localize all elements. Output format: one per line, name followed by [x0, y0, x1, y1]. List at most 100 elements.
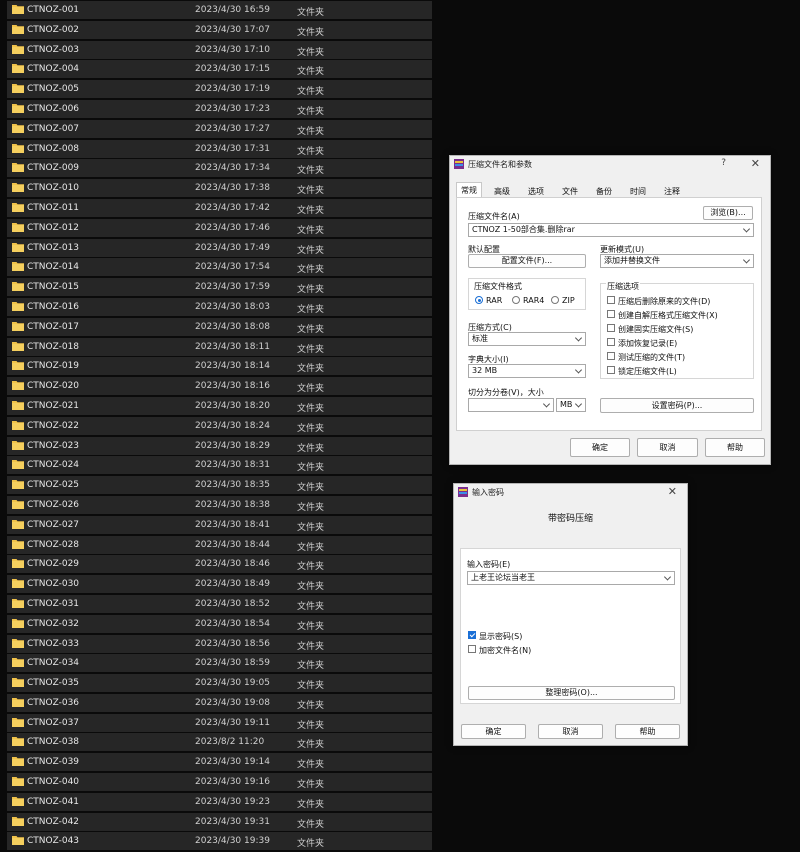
sfx-checkbox[interactable]	[607, 310, 615, 318]
browse-button[interactable]: 浏览(B)...	[703, 206, 753, 220]
file-row[interactable]: CTNOZ-034 2023/4/30 18:59 文件夹	[7, 654, 432, 673]
file-row[interactable]: CTNOZ-008 2023/4/30 17:31 文件夹	[7, 139, 432, 158]
show-password-checkbox[interactable]	[468, 631, 476, 639]
file-row[interactable]: CTNOZ-032 2023/4/30 18:54 文件夹	[7, 614, 432, 633]
file-row[interactable]: CTNOZ-004 2023/4/30 17:15 文件夹	[7, 60, 432, 79]
zip-radio[interactable]	[551, 296, 559, 304]
file-row[interactable]: CTNOZ-042 2023/4/30 19:31 文件夹	[7, 812, 432, 831]
organize-passwords-button[interactable]: 整理密码(O)...	[468, 686, 675, 700]
ok-button[interactable]: 确定	[570, 438, 630, 457]
cancel-button[interactable]: 取消	[637, 438, 698, 457]
tab-options[interactable]: 选项	[528, 184, 544, 198]
split-size-combo[interactable]	[468, 398, 554, 412]
folder-icon	[12, 618, 24, 628]
method-combo[interactable]: 标准	[468, 332, 586, 346]
file-row[interactable]: CTNOZ-030 2023/4/30 18:49 文件夹	[7, 575, 432, 594]
password-ok-button[interactable]: 确定	[461, 724, 526, 739]
file-row[interactable]: CTNOZ-015 2023/4/30 17:59 文件夹	[7, 278, 432, 297]
file-type: 文件夹	[297, 700, 325, 711]
close-icon[interactable]: ✕	[668, 485, 677, 498]
file-row[interactable]: CTNOZ-018 2023/4/30 18:11 文件夹	[7, 337, 432, 356]
file-row[interactable]: CTNOZ-010 2023/4/30 17:38 文件夹	[7, 179, 432, 198]
file-date: 2023/4/30 18:14	[195, 361, 270, 372]
file-row[interactable]: CTNOZ-009 2023/4/30 17:34 文件夹	[7, 159, 432, 178]
rar-radio[interactable]	[475, 296, 483, 304]
password-cancel-button[interactable]: 取消	[538, 724, 603, 739]
file-row[interactable]: CTNOZ-016 2023/4/30 18:03 文件夹	[7, 297, 432, 316]
file-type: 文件夹	[297, 364, 325, 375]
chevron-down-icon	[742, 225, 751, 233]
file-name: CTNOZ-033	[27, 638, 80, 649]
file-row[interactable]: CTNOZ-028 2023/4/30 18:44 文件夹	[7, 535, 432, 554]
file-row[interactable]: CTNOZ-020 2023/4/30 18:16 文件夹	[7, 377, 432, 396]
file-date: 2023/4/30 18:52	[195, 598, 270, 609]
password-dialog-title: 输入密码	[472, 488, 504, 497]
file-row[interactable]: CTNOZ-003 2023/4/30 17:10 文件夹	[7, 40, 432, 59]
file-row[interactable]: CTNOZ-043 2023/4/30 19:39 文件夹	[7, 832, 432, 851]
test-checkbox[interactable]	[607, 352, 615, 360]
set-password-button[interactable]: 设置密码(P)...	[600, 398, 754, 413]
file-row[interactable]: CTNOZ-039 2023/4/30 19:14 文件夹	[7, 753, 432, 772]
zip-label: ZIP	[562, 296, 575, 305]
archive-dialog-titlebar[interactable]: 压缩文件名和参数 ? ✕	[450, 156, 770, 172]
tab-time[interactable]: 时间	[630, 184, 646, 198]
file-date: 2023/4/30 17:38	[195, 183, 270, 194]
help-button[interactable]: 帮助	[705, 438, 765, 457]
file-row[interactable]: CTNOZ-036 2023/4/30 19:08 文件夹	[7, 693, 432, 712]
file-row[interactable]: CTNOZ-023 2023/4/30 18:29 文件夹	[7, 436, 432, 455]
tab-backup[interactable]: 备份	[596, 184, 612, 198]
file-row[interactable]: CTNOZ-024 2023/4/30 18:31 文件夹	[7, 456, 432, 475]
help-question-icon[interactable]: ?	[721, 158, 726, 168]
file-row[interactable]: CTNOZ-007 2023/4/30 17:27 文件夹	[7, 119, 432, 138]
password-dialog-titlebar[interactable]: 输入密码 ✕	[454, 484, 687, 500]
file-row[interactable]: CTNOZ-026 2023/4/30 18:38 文件夹	[7, 495, 432, 514]
file-row[interactable]: CTNOZ-001 2023/4/30 16:59 文件夹	[7, 1, 432, 19]
file-row[interactable]: CTNOZ-012 2023/4/30 17:46 文件夹	[7, 218, 432, 237]
password-combo[interactable]: 上老王论坛当老王	[467, 571, 675, 585]
file-row[interactable]: CTNOZ-037 2023/4/30 19:11 文件夹	[7, 713, 432, 732]
file-row[interactable]: CTNOZ-006 2023/4/30 17:23 文件夹	[7, 99, 432, 118]
split-unit-combo[interactable]: MB	[556, 398, 586, 412]
file-row[interactable]: CTNOZ-040 2023/4/30 19:16 文件夹	[7, 773, 432, 792]
file-row[interactable]: CTNOZ-019 2023/4/30 18:14 文件夹	[7, 357, 432, 376]
file-row[interactable]: CTNOZ-041 2023/4/30 19:23 文件夹	[7, 792, 432, 811]
file-row[interactable]: CTNOZ-013 2023/4/30 17:49 文件夹	[7, 238, 432, 257]
file-row[interactable]: CTNOZ-031 2023/4/30 18:52 文件夹	[7, 594, 432, 613]
solid-checkbox[interactable]	[607, 324, 615, 332]
file-row[interactable]: CTNOZ-014 2023/4/30 17:54 文件夹	[7, 258, 432, 277]
file-date: 2023/4/30 18:41	[195, 519, 270, 530]
file-row[interactable]: CTNOZ-035 2023/4/30 19:05 文件夹	[7, 674, 432, 693]
recovery-label: 添加恢复记录(E)	[618, 339, 678, 348]
file-date: 2023/4/30 18:03	[195, 301, 270, 312]
password-help-button[interactable]: 帮助	[615, 724, 680, 739]
profile-button[interactable]: 配置文件(F)...	[468, 254, 586, 268]
lock-checkbox[interactable]	[607, 366, 615, 374]
file-row[interactable]: CTNOZ-038 2023/8/2 11:20 文件夹	[7, 733, 432, 752]
file-row[interactable]: CTNOZ-025 2023/4/30 18:35 文件夹	[7, 476, 432, 495]
encrypt-names-checkbox[interactable]	[468, 645, 476, 653]
dict-value: 32 MB	[472, 366, 498, 375]
file-row[interactable]: CTNOZ-011 2023/4/30 17:42 文件夹	[7, 198, 432, 217]
tab-files[interactable]: 文件	[562, 184, 578, 198]
tab-comment[interactable]: 注释	[664, 184, 680, 198]
update-mode-combo[interactable]: 添加并替换文件	[600, 254, 754, 268]
file-row[interactable]: CTNOZ-021 2023/4/30 18:20 文件夹	[7, 396, 432, 415]
file-row[interactable]: CTNOZ-005 2023/4/30 17:19 文件夹	[7, 80, 432, 99]
file-name: CTNOZ-011	[27, 202, 80, 213]
file-row[interactable]: CTNOZ-002 2023/4/30 17:07 文件夹	[7, 20, 432, 39]
tab-advanced[interactable]: 高级	[494, 184, 510, 198]
recovery-checkbox[interactable]	[607, 338, 615, 346]
solid-label: 创建固实压缩文件(S)	[618, 325, 694, 334]
file-row[interactable]: CTNOZ-022 2023/4/30 18:24 文件夹	[7, 416, 432, 435]
file-row[interactable]: CTNOZ-029 2023/4/30 18:46 文件夹	[7, 555, 432, 574]
file-row[interactable]: CTNOZ-027 2023/4/30 18:41 文件夹	[7, 515, 432, 534]
tab-general[interactable]: 常规	[456, 182, 482, 198]
folder-icon	[12, 321, 24, 331]
rar4-radio[interactable]	[512, 296, 520, 304]
file-row[interactable]: CTNOZ-017 2023/4/30 18:08 文件夹	[7, 317, 432, 336]
close-icon[interactable]: ✕	[751, 157, 760, 170]
archive-name-combo[interactable]: CTNOZ 1-50部合集.删除rar	[468, 223, 754, 237]
file-row[interactable]: CTNOZ-033 2023/4/30 18:56 文件夹	[7, 634, 432, 653]
delete-after-checkbox[interactable]	[607, 296, 615, 304]
dict-combo[interactable]: 32 MB	[468, 364, 586, 378]
